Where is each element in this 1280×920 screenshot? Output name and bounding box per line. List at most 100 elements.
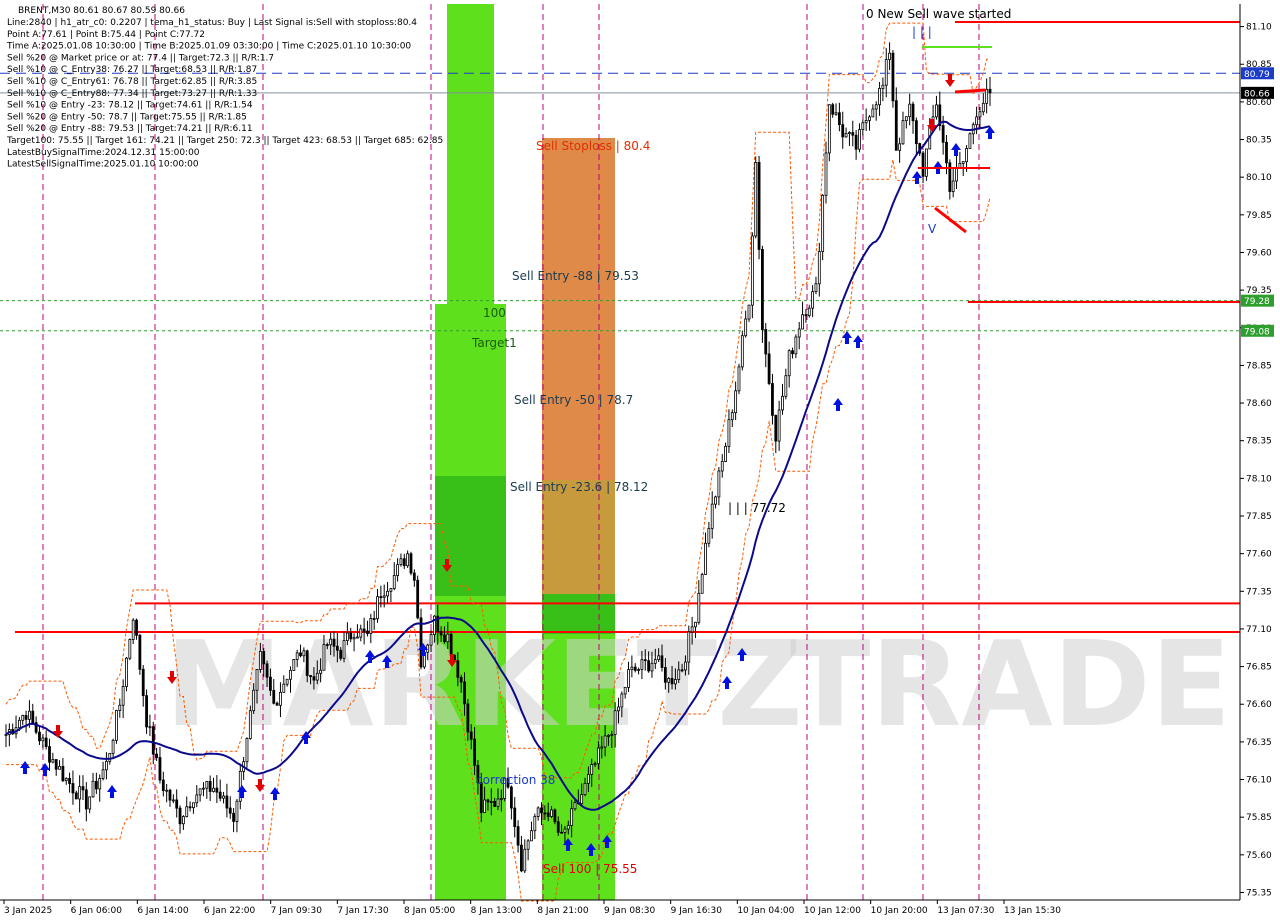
candle-body [530, 830, 533, 842]
candle-body [965, 148, 968, 163]
candle-body [51, 759, 55, 763]
candle-body [791, 350, 794, 355]
green-zone-1-upper [447, 4, 494, 304]
candle-body [710, 503, 714, 529]
candle-body [319, 669, 323, 674]
candle-body [707, 527, 711, 544]
candle-body [28, 710, 31, 720]
buy-arrow-icon [20, 761, 30, 774]
candle-body [312, 676, 316, 681]
info-line-7: Sell %10 @ Entry -23: 78.12 || Target:74… [7, 101, 253, 111]
candle-body [543, 812, 547, 815]
candle-body [744, 318, 748, 337]
candle-body [135, 619, 138, 636]
candle-body [550, 809, 553, 817]
candle-body [459, 677, 463, 683]
candle-body [131, 619, 135, 640]
candle-body [386, 590, 389, 597]
x-tick-label-8: 8 Jan 21:00 [537, 906, 589, 916]
candle-body [406, 553, 410, 567]
info-line-10: Target100: 75.55 || Target 161: 74.21 ||… [6, 136, 443, 146]
candle-body [158, 757, 162, 781]
candle-body [94, 780, 98, 790]
candle-body [17, 719, 21, 729]
candle-body [349, 632, 353, 640]
candle-body [359, 628, 363, 638]
price-tag-label-0: 80.79 [1244, 70, 1270, 80]
candle-body [643, 659, 647, 662]
candle-body [677, 669, 681, 680]
candle-body [379, 596, 383, 599]
candle-body [479, 782, 483, 813]
sell-arrow-icon [255, 779, 265, 792]
buy-arrow-icon [40, 763, 50, 776]
candle-body [761, 249, 764, 330]
candle-body [322, 644, 326, 671]
candle-body [868, 116, 871, 121]
candle-body [617, 706, 620, 712]
candle-body [911, 103, 915, 122]
candle-body [446, 633, 450, 643]
candle-body [660, 655, 664, 668]
candle-body [717, 470, 721, 498]
candle-body [222, 795, 225, 799]
candle-body [342, 640, 346, 659]
candle-body [44, 737, 48, 747]
info-line-5: Sell %10 @ C_Entry61: 76.78 || Target:62… [7, 77, 257, 87]
candle-body [165, 789, 169, 792]
candle-body [714, 496, 717, 505]
candle-body [178, 807, 182, 825]
candle-body [396, 564, 399, 576]
candle-body [690, 626, 694, 633]
x-tick-label-9: 9 Jan 08:30 [604, 906, 656, 916]
candle-body [493, 801, 497, 807]
sell-100-label: Sell 100 | 75.55 [543, 862, 637, 876]
candle-body [620, 693, 624, 708]
candle-body [623, 686, 627, 695]
candle-body [704, 542, 707, 575]
sell-entry-50-label: Sell Entry -50 | 78.7 [514, 393, 633, 407]
candle-body [961, 161, 965, 164]
candle-body [680, 669, 684, 672]
target1-label: Target1 [471, 336, 517, 350]
candle-body [309, 675, 312, 678]
buy-arrow-icon [912, 171, 922, 184]
x-tick-label-6: 8 Jan 05:00 [404, 906, 456, 916]
candle-body [265, 663, 269, 678]
candle-body [533, 816, 537, 832]
candle-body [289, 669, 292, 680]
candle-body [362, 628, 366, 632]
candle-body [419, 617, 423, 668]
candle-body [874, 104, 878, 110]
buy-arrow-icon [107, 785, 117, 798]
x-tick-label-2: 6 Jan 14:00 [137, 906, 189, 916]
candle-body [610, 734, 614, 736]
x-tick-label-12: 10 Jan 12:00 [804, 906, 861, 916]
candle-body [115, 710, 118, 741]
red-stroke-1 [954, 88, 986, 94]
label-100: 100 [483, 306, 506, 320]
candle-body [412, 572, 416, 581]
price-chart: MARKETZ TRADE 0 New Sell wave started | … [0, 4, 1274, 916]
candle-body [195, 794, 199, 804]
candle-body [737, 366, 741, 392]
candle-body [854, 134, 858, 150]
candle-body [921, 152, 925, 177]
candle-body [881, 84, 885, 89]
candle-body [864, 120, 868, 124]
candle-body [684, 661, 687, 671]
candle-body [215, 787, 219, 793]
x-tick-label-15: 13 Jan 15:30 [1004, 906, 1061, 916]
candle-body [208, 780, 212, 792]
candle-body [804, 314, 808, 317]
candle-body [834, 112, 838, 115]
sell-stoploss-label: Sell Stoploss | 80.4 [536, 139, 650, 153]
candle-body [392, 575, 396, 590]
candle-body [98, 778, 102, 790]
y-tick-label-15: 77.35 [1246, 587, 1272, 597]
candle-body [694, 621, 697, 628]
candle-body [105, 760, 108, 771]
candle-body [814, 283, 818, 293]
y-tick-label-3: 80.35 [1246, 136, 1272, 146]
y-tick-label-2: 80.60 [1246, 98, 1272, 108]
